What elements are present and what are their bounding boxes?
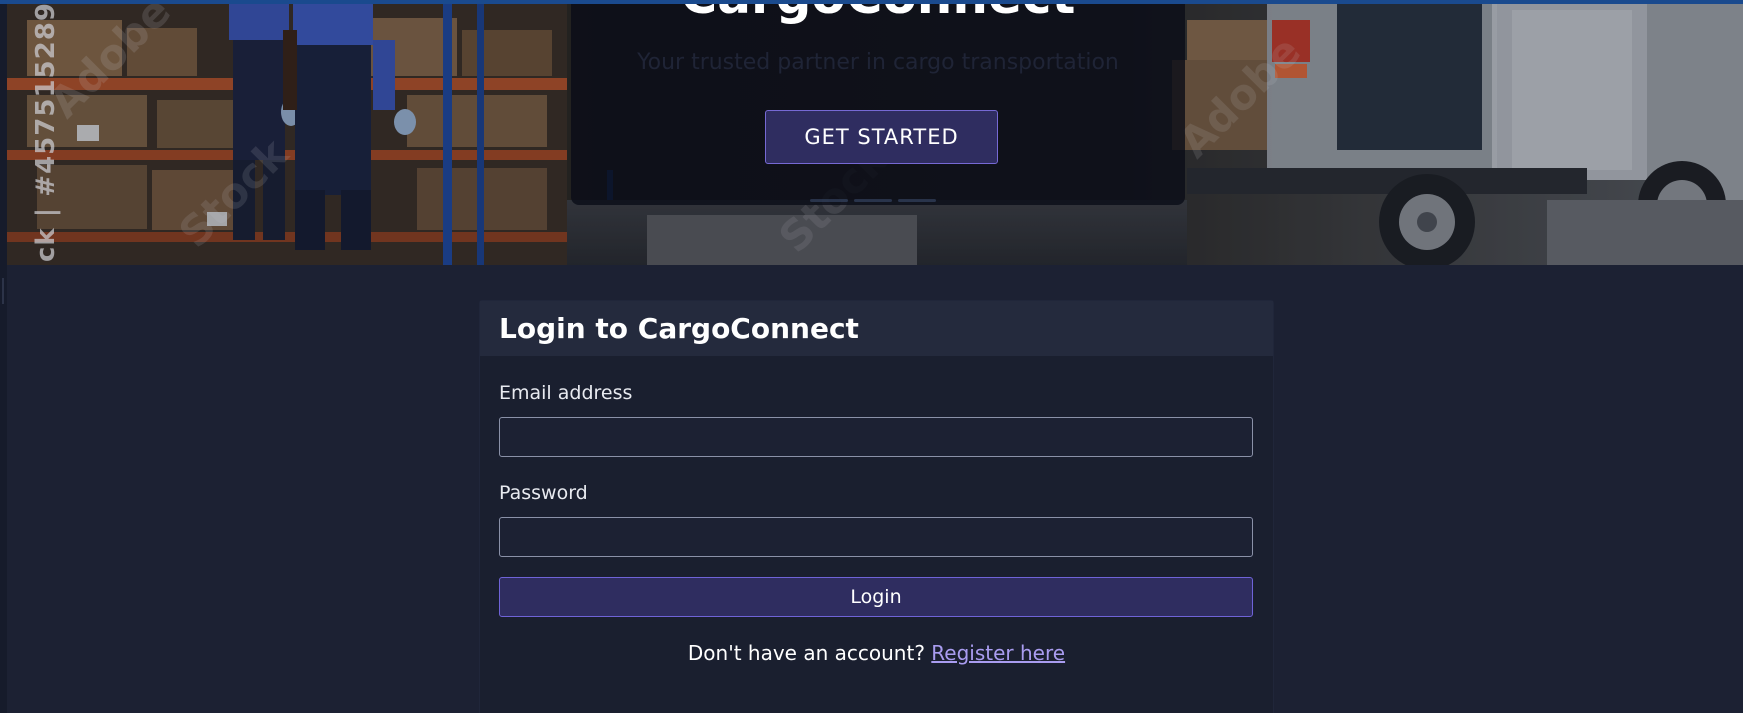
hero-subtitle: Your trusted partner in cargo transporta… — [637, 50, 1119, 75]
hero-banner: ck | #457515289 Adobe Stock Stock Adobe … — [7, 0, 1743, 265]
password-field[interactable] — [499, 517, 1253, 557]
resize-handle[interactable] — [2, 278, 4, 304]
email-label: Email address — [499, 382, 633, 404]
carousel-indicator[interactable] — [898, 199, 936, 202]
login-title: Login to CargoConnect — [499, 312, 859, 345]
register-link[interactable]: Register here — [931, 641, 1065, 665]
hero-card — [571, 0, 1185, 205]
top-accent-strip — [0, 0, 1743, 4]
register-prompt-line: Don't have an account? Register here — [480, 640, 1273, 666]
email-field[interactable] — [499, 417, 1253, 457]
carousel-indicator[interactable] — [810, 199, 848, 202]
left-edge-panel — [0, 0, 7, 713]
stock-watermark-id: ck | #457515289 — [31, 2, 61, 262]
register-prompt-text: Don't have an account? — [687, 641, 925, 665]
carousel-indicator[interactable] — [854, 199, 892, 202]
password-label: Password — [499, 482, 588, 504]
login-card-header: Login to CargoConnect — [480, 301, 1273, 356]
login-button[interactable]: Login — [499, 577, 1253, 617]
get-started-button[interactable]: GET STARTED — [765, 110, 998, 164]
page: ck | #457515289 Adobe Stock Stock Adobe … — [0, 0, 1743, 713]
login-card: Login to CargoConnect Email address Pass… — [479, 300, 1274, 713]
